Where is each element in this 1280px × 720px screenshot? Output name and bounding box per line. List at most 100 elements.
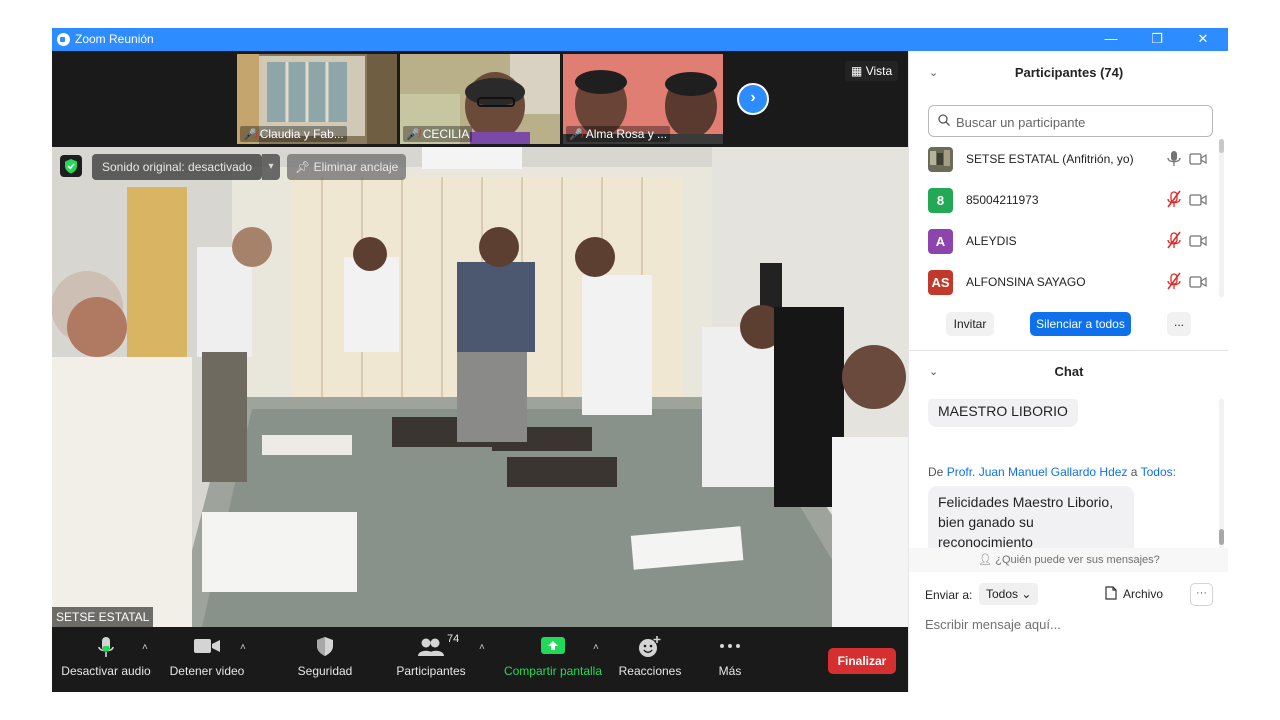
security-label: Seguridad — [297, 664, 353, 678]
remove-pin-label: Eliminar anclaje — [313, 160, 399, 174]
send-to-dropdown[interactable]: Todos ⌄ — [979, 583, 1039, 605]
participant-name: 85004211973 — [966, 193, 1039, 207]
avatar: AS — [928, 270, 953, 295]
divider — [909, 350, 1228, 351]
thumbnail-video[interactable]: 🎤̸ Claudia y Fab... — [237, 54, 397, 144]
chat-scrollbar[interactable] — [1219, 399, 1224, 549]
remove-pin-button[interactable]: 📌︎ Eliminar anclaje — [287, 154, 407, 180]
share-screen-icon — [541, 637, 565, 654]
who-can-see-label: ¿Quién puede ver sus mensajes? — [995, 554, 1160, 566]
mute-audio-button[interactable]: Desactivar audio — [58, 628, 154, 692]
participant-row[interactable]: A ALEYDIS — [909, 221, 1219, 262]
mic-muted-icon[interactable] — [1166, 231, 1182, 251]
send-to-value: Todos — [986, 587, 1019, 601]
mic-muted-icon: 🎤̸ — [406, 129, 420, 141]
chat-message-input[interactable] — [925, 613, 1215, 635]
chat-more-button[interactable]: ··· — [1190, 583, 1213, 606]
mic-muted-icon: 🎤̸ — [243, 129, 257, 141]
participants-count: 74 — [447, 633, 460, 645]
participant-row[interactable]: AS ALFONSINA SAYAGO — [909, 262, 1219, 303]
message-recipient: Todos: — [1140, 465, 1176, 479]
video-options-caret[interactable]: ˄ — [240, 642, 246, 653]
original-sound-toggle[interactable]: Sonido original: desactivado — [92, 154, 262, 180]
message-sender[interactable]: Profr. Juan Manuel Gallardo Hdez — [947, 465, 1128, 479]
stop-video-label: Detener video — [169, 664, 245, 678]
mic-muted-icon[interactable] — [1166, 272, 1182, 292]
participant-list-scrollbar[interactable] — [1219, 139, 1224, 297]
main-video-image — [52, 147, 908, 627]
participant-name: ALFONSINA SAYAGO — [966, 275, 1086, 289]
video-camera-icon[interactable] — [1189, 234, 1207, 248]
search-input[interactable] — [956, 112, 1206, 132]
share-screen-button[interactable]: Compartir pantalla — [498, 628, 608, 692]
participant-name: ALEYDIS — [966, 234, 1017, 248]
more-button[interactable]: Más — [704, 628, 756, 692]
video-camera-icon — [194, 639, 220, 653]
participant-row[interactable]: SETSE ESTATAL (Anfitrión, yo) — [909, 139, 1219, 180]
scrollbar-thumb[interactable] — [1219, 139, 1224, 153]
participants-title: Participantes (74) — [1014, 65, 1124, 80]
security-badge[interactable] — [60, 155, 82, 177]
reactions-button[interactable]: Reacciones — [615, 628, 685, 692]
speaker-name: SETSE ESTATAL — [52, 607, 154, 627]
video-camera-icon[interactable] — [1189, 152, 1207, 166]
chevron-right-icon: › — [750, 89, 756, 106]
participants-more-button[interactable]: ... — [1167, 312, 1191, 336]
participants-options-caret[interactable]: ˄ — [479, 642, 485, 653]
thumbnail-video[interactable]: 🎤̸ CECILIA — [400, 54, 560, 144]
video-area: 🎤̸ Claudia y Fab... 🎤̸ CECILIA 🎤̸ Alma R… — [52, 51, 908, 692]
video-camera-icon[interactable] — [1189, 275, 1207, 289]
participants-label: Participantes — [396, 664, 466, 678]
chevron-down-icon[interactable]: ⌄ — [929, 53, 938, 93]
share-options-caret[interactable]: ˄ — [593, 642, 599, 653]
mic-muted-icon: 🎤̸ — [569, 129, 583, 141]
view-button[interactable]: ▦ Vista — [845, 61, 899, 81]
chevron-down-icon[interactable]: ⌄ — [929, 352, 938, 392]
message-line: reconocimiento — [938, 534, 1033, 549]
end-meeting-button[interactable]: Finalizar — [828, 648, 896, 674]
reactions-label: Reacciones — [618, 664, 682, 678]
thumbnail-name: Claudia y Fab... — [259, 127, 344, 141]
chevron-down-icon: ⌄ — [1021, 587, 1032, 601]
participants-button[interactable]: 74 Participantes — [392, 628, 470, 692]
avatar-photo — [928, 147, 953, 172]
shield-icon — [317, 637, 333, 656]
invite-button[interactable]: Invitar — [946, 312, 994, 336]
thumbnail-label: 🎤̸ Claudia y Fab... — [240, 126, 347, 142]
file-button-label: Archivo — [1123, 587, 1164, 601]
mic-muted-icon[interactable] — [1166, 190, 1182, 210]
main-video[interactable]: Sonido original: desactivado ▾ 📌︎ Elimin… — [52, 147, 908, 627]
minimize-button[interactable]: — — [1088, 28, 1134, 51]
file-button[interactable]: Archivo — [1105, 586, 1163, 601]
video-camera-icon[interactable] — [1189, 193, 1207, 207]
stop-video-button[interactable]: Detener video — [162, 628, 252, 692]
thumbnail-label: 🎤̸ CECILIA — [403, 126, 473, 142]
mute-all-button[interactable]: Silenciar a todos — [1030, 312, 1131, 336]
chat-header: ⌄ Chat — [909, 352, 1228, 392]
avatar: A — [928, 229, 953, 254]
search-icon — [938, 114, 950, 126]
microphone-icon[interactable] — [1166, 149, 1182, 169]
participant-search[interactable] — [928, 105, 1213, 137]
participant-row[interactable]: 8 85004211973 — [909, 180, 1219, 221]
share-screen-label: Compartir pantalla — [503, 664, 603, 678]
title-bar: Zoom Reunión — ❐ ✕ — [52, 28, 1228, 51]
person-icon: 👤︎ — [978, 554, 993, 566]
audio-options-caret[interactable]: ˄ — [142, 642, 148, 653]
participant-name: SETSE ESTATAL (Anfitrión, yo) — [966, 152, 1134, 166]
chat-messages: MAESTRO LIBORIO De Profr. Juan Manuel Ga… — [909, 399, 1228, 549]
restore-button[interactable]: ❐ — [1134, 28, 1180, 51]
more-dots-icon — [720, 644, 740, 648]
reactions-icon — [639, 636, 661, 657]
security-button[interactable]: Seguridad — [290, 628, 360, 692]
grid-icon: ▦ — [851, 64, 863, 78]
thumbnail-video[interactable]: 🎤̸ Alma Rosa y ... — [563, 54, 723, 144]
thumbnail-name: Alma Rosa y ... — [585, 127, 668, 141]
who-can-see-link[interactable]: 👤︎ ¿Quién puede ver sus mensajes? — [909, 548, 1228, 572]
next-page-button[interactable]: › — [737, 83, 769, 115]
close-button[interactable]: ✕ — [1180, 28, 1226, 51]
window-title: Zoom Reunión — [75, 32, 154, 46]
original-sound-dropdown[interactable]: ▾ — [262, 154, 280, 180]
chat-message: Felicidades Maestro Liborio, bien ganado… — [928, 486, 1134, 549]
scrollbar-thumb[interactable] — [1219, 529, 1224, 545]
